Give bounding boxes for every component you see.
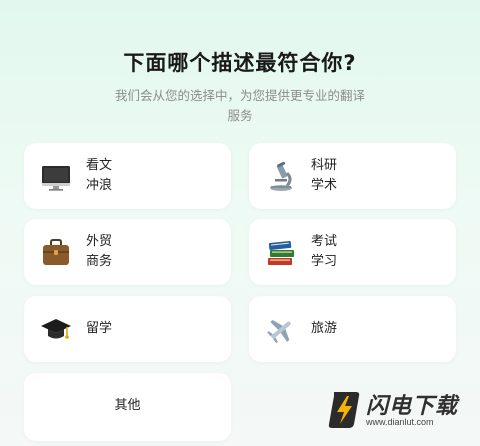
microscope-icon [270, 161, 292, 191]
lightning-logo-icon [328, 392, 360, 428]
briefcase-icon [43, 239, 69, 265]
option-card-browsing[interactable]: 看文 冲浪 [24, 143, 231, 209]
watermark: 闪电下载 www.dianlut.com [328, 388, 478, 443]
option-card-travel[interactable]: 旅游 [249, 296, 456, 362]
option-card-business[interactable]: 外贸 商务 [24, 219, 231, 285]
page-subtitle: 我们会从您的选择中，为您提供更专业的翻译服务 [114, 88, 365, 123]
option-label: 留学 [86, 321, 113, 336]
computer-icon [42, 166, 70, 191]
option-card-study-abroad[interactable]: 留学 [24, 296, 231, 362]
option-label: 旅游 [311, 321, 338, 336]
option-card-exam[interactable]: 考试 学习 [249, 219, 456, 285]
watermark-text: 闪电下载 [366, 394, 459, 419]
option-card-other[interactable]: 其他 [24, 373, 231, 441]
page-title: 下面哪个描述最符合你? [123, 51, 357, 75]
option-label: 外贸 商务 [86, 234, 113, 269]
graduation-cap-icon [41, 319, 71, 339]
books-icon [268, 240, 294, 265]
airplane-icon [267, 320, 291, 344]
option-label: 看文 冲浪 [86, 158, 113, 193]
option-card-research[interactable]: 科研 学术 [249, 143, 456, 209]
option-label: 科研 学术 [311, 158, 338, 193]
option-label: 其他 [114, 398, 141, 413]
watermark-url: www.dianlut.com [366, 417, 434, 427]
option-label: 考试 学习 [311, 234, 338, 269]
